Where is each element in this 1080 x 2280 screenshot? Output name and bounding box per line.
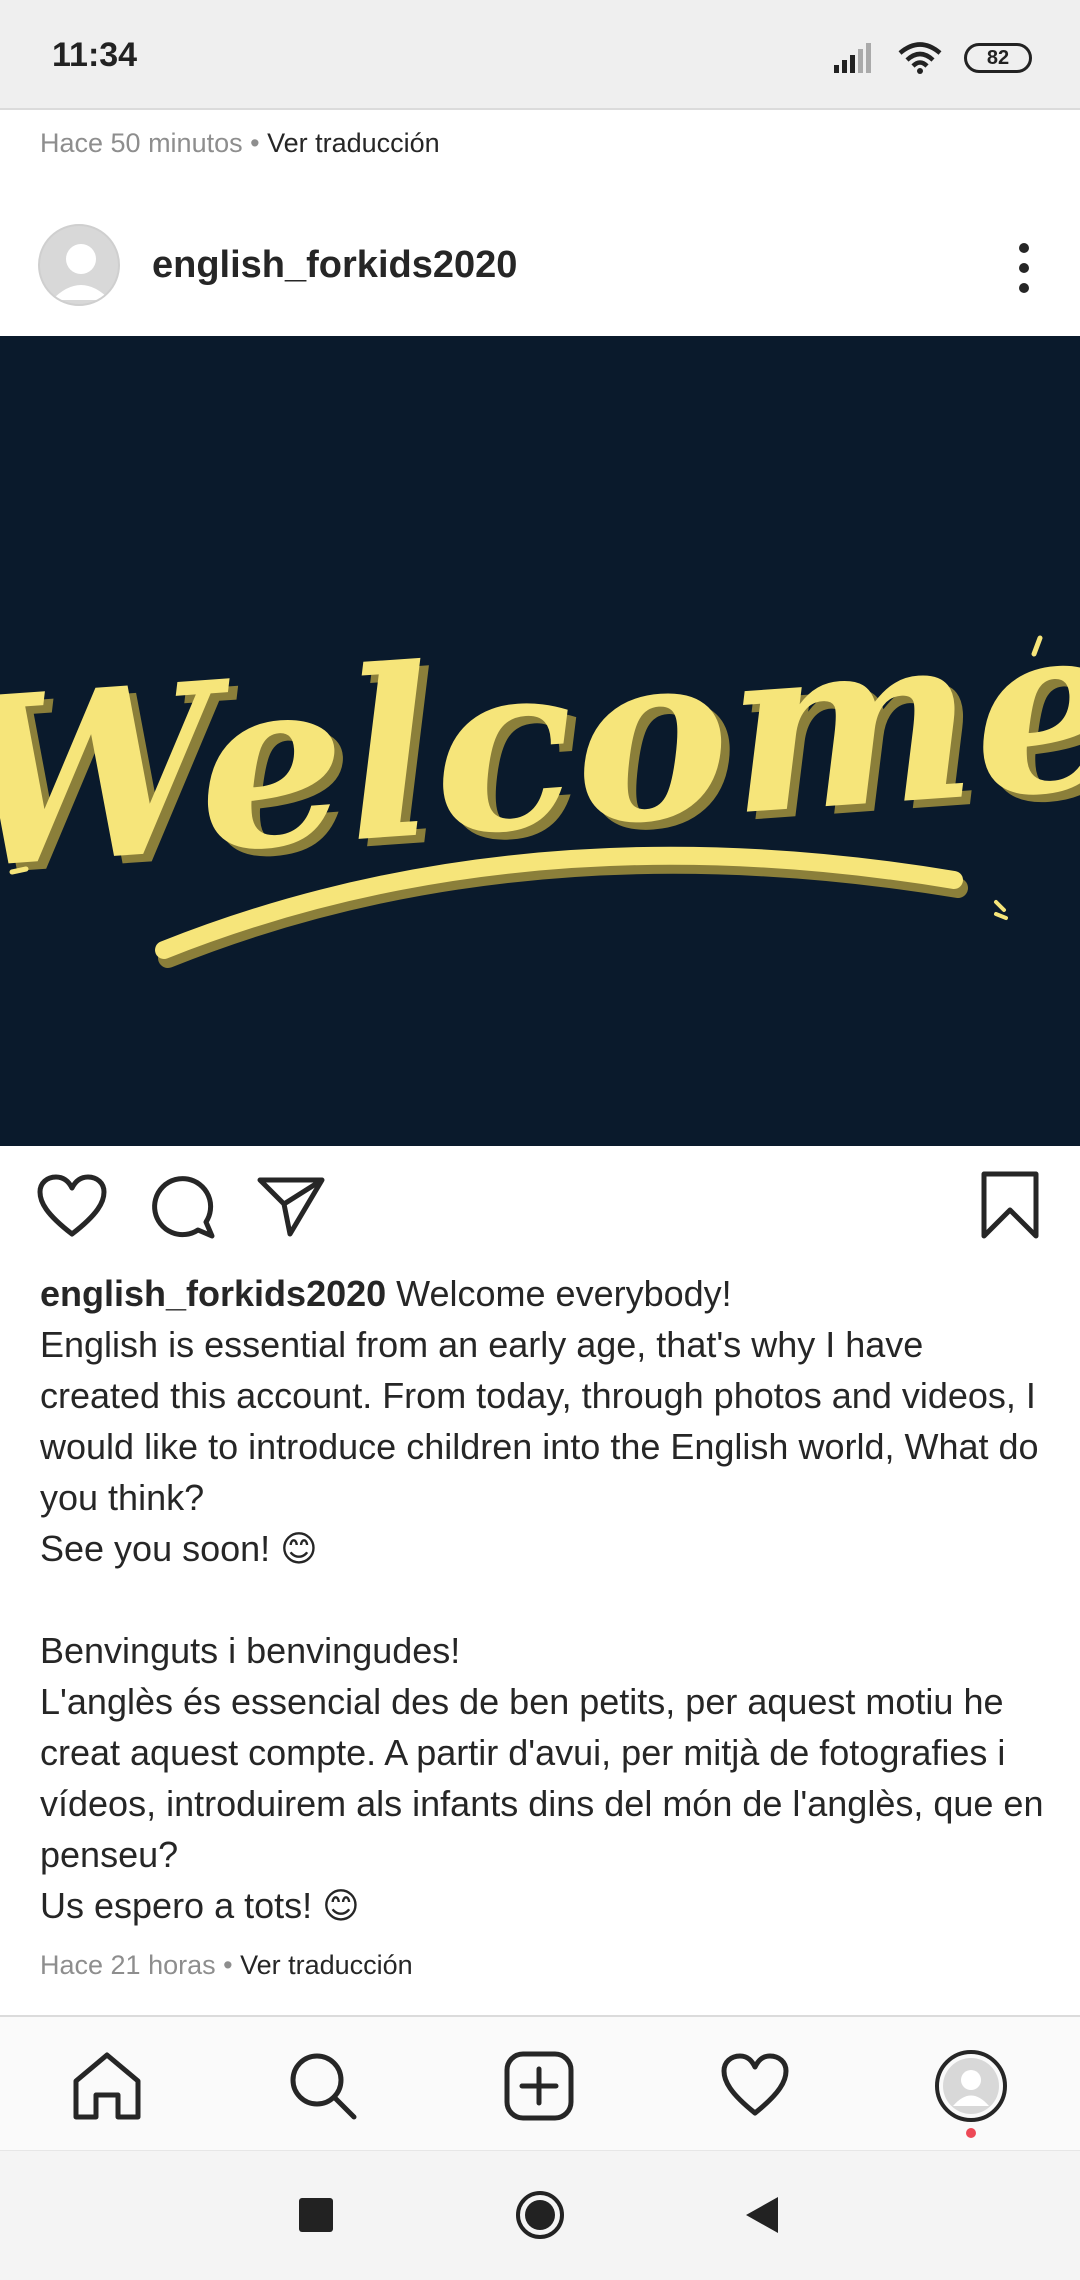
previous-post-meta: Hace 50 minutos • Ver traducción	[40, 128, 440, 159]
post-timestamp: Hace 21 horas	[40, 1950, 216, 1980]
android-nav-bar	[0, 2150, 1080, 2280]
activity-heart-icon[interactable]	[718, 2049, 792, 2123]
see-translation-link[interactable]: Ver traducción	[267, 128, 440, 158]
battery-level: 82	[986, 46, 1010, 69]
post-caption: english_forkids2020 Welcome everybody! E…	[40, 1268, 1050, 1931]
status-time: 11:34	[52, 36, 138, 74]
bookmark-icon[interactable]	[980, 1170, 1040, 1240]
post-username[interactable]: english_forkids2020	[152, 244, 517, 287]
back-button[interactable]	[742, 2193, 782, 2237]
more-options-icon[interactable]	[1012, 238, 1036, 298]
share-icon[interactable]	[256, 1174, 326, 1238]
profile-icon[interactable]	[934, 2049, 1008, 2138]
previous-post-timestamp: Hace 50 minutos	[40, 128, 243, 158]
home-icon[interactable]	[70, 2049, 144, 2123]
heart-icon[interactable]	[36, 1174, 108, 1240]
search-icon[interactable]	[286, 2049, 360, 2123]
caption-body: English is essential from an early age, …	[40, 1324, 1044, 1926]
post-header: english_forkids2020	[0, 220, 1080, 332]
home-button[interactable]	[514, 2189, 566, 2241]
meta-separator: •	[223, 1950, 233, 1980]
recents-button[interactable]	[296, 2195, 336, 2235]
post-meta: Hace 21 horas • Ver traducción	[40, 1950, 413, 1981]
bottom-nav	[0, 2015, 1080, 2150]
avatar[interactable]	[38, 224, 120, 306]
meta-separator: •	[250, 128, 260, 158]
caption-lead: Welcome everybody!	[396, 1273, 732, 1314]
notification-dot	[966, 2128, 976, 2138]
post-image[interactable]: Welcome Welcome	[0, 336, 1080, 1146]
caption-username[interactable]: english_forkids2020	[40, 1273, 386, 1314]
status-icons: 82	[832, 38, 1032, 78]
battery-icon: 82	[964, 43, 1032, 73]
wifi-icon	[898, 42, 942, 74]
post-actions	[0, 1170, 1080, 1250]
status-bar: 11:34 82	[0, 0, 1080, 110]
post-see-translation-link[interactable]: Ver traducción	[240, 1950, 413, 1980]
add-post-icon[interactable]	[502, 2049, 576, 2123]
signal-icon	[832, 43, 876, 73]
comment-icon[interactable]	[148, 1172, 216, 1240]
